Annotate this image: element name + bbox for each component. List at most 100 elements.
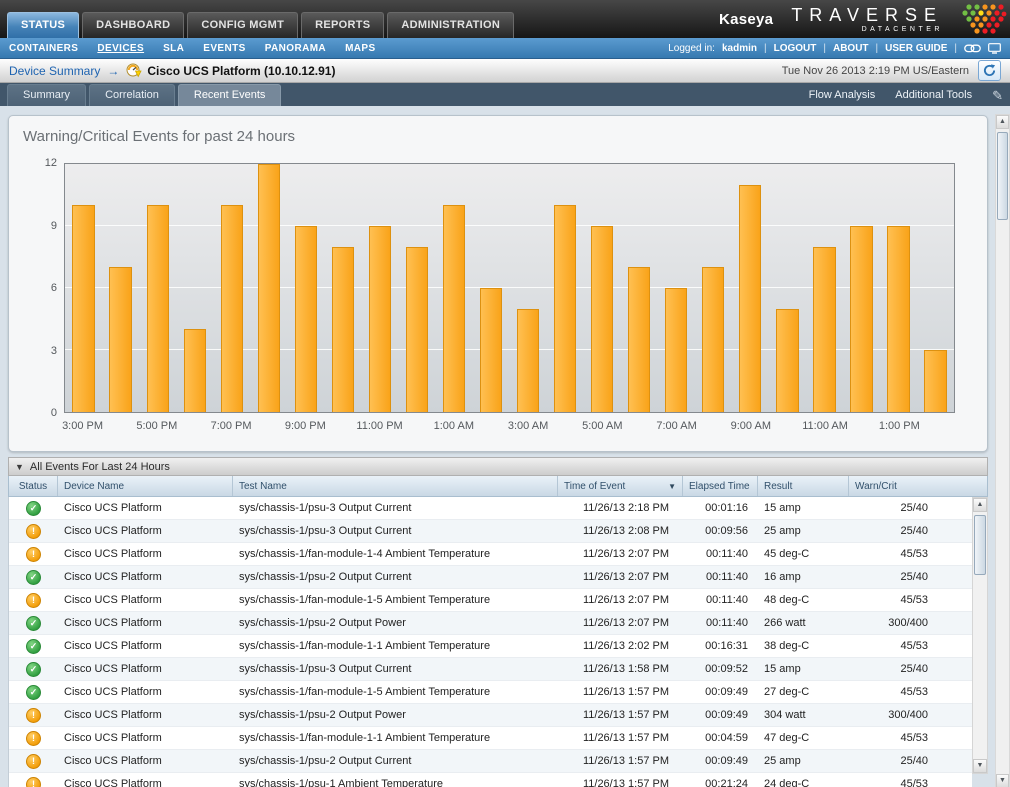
bar	[480, 288, 502, 412]
tab-dashboard[interactable]: DASHBOARD	[82, 12, 184, 38]
table-row[interactable]: ✓Cisco UCS Platformsys/chassis-1/psu-3 O…	[9, 497, 972, 520]
col-device-name[interactable]: Device Name	[58, 476, 233, 496]
col-test-name[interactable]: Test Name	[233, 476, 558, 496]
table-row[interactable]: ✓Cisco UCS Platformsys/chassis-1/fan-mod…	[9, 681, 972, 704]
tab-reports[interactable]: REPORTS	[301, 12, 384, 38]
logout-link[interactable]: LOGOUT	[774, 43, 817, 54]
status-ok-icon: ✓	[26, 616, 41, 631]
subnav-sla[interactable]: SLA	[163, 43, 184, 54]
cell-elapsed: 00:04:59	[683, 727, 758, 749]
y-tick-label: 12	[45, 157, 57, 169]
link-chain-icon[interactable]	[964, 44, 981, 53]
cell-time: 11/26/13 2:07 PM	[558, 566, 683, 588]
subnav-containers[interactable]: CONTAINERS	[9, 43, 78, 54]
cell-status: !	[9, 750, 58, 772]
table-row[interactable]: ✓Cisco UCS Platformsys/chassis-1/psu-2 O…	[9, 612, 972, 635]
cell-status: !	[9, 773, 58, 787]
cell-warncrit: 45/53	[849, 773, 972, 787]
table-row[interactable]: !Cisco UCS Platformsys/chassis-1/fan-mod…	[9, 589, 972, 612]
session-area: Logged in: kadmin | LOGOUT | ABOUT | USE…	[668, 43, 1001, 54]
status-ok-icon: ✓	[26, 570, 41, 585]
subnav-devices[interactable]: DEVICES	[97, 43, 144, 54]
cell-test: sys/chassis-1/psu-2 Output Current	[233, 750, 558, 772]
table-row[interactable]: !Cisco UCS Platformsys/chassis-1/fan-mod…	[9, 727, 972, 750]
table-row[interactable]: ✓Cisco UCS Platformsys/chassis-1/psu-3 O…	[9, 658, 972, 681]
bar	[776, 309, 798, 412]
subnav-events[interactable]: EVENTS	[203, 43, 245, 54]
tab-correlation[interactable]: Correlation	[89, 84, 175, 106]
table-row[interactable]: !Cisco UCS Platformsys/chassis-1/psu-2 O…	[9, 750, 972, 773]
x-tick-label: 11:00 PM	[356, 420, 402, 432]
cell-device: Cisco UCS Platform	[58, 704, 233, 726]
additional-tools-link[interactable]: Additional Tools	[895, 89, 972, 101]
cell-elapsed: 00:09:52	[683, 658, 758, 680]
flow-analysis-link[interactable]: Flow Analysis	[809, 89, 876, 101]
breadcrumb-device-summary-link[interactable]: Device Summary	[9, 64, 100, 78]
cell-result: 25 amp	[758, 520, 849, 542]
status-warning-icon: !	[26, 708, 41, 723]
table-row[interactable]: ✓Cisco UCS Platformsys/chassis-1/psu-2 O…	[9, 566, 972, 589]
scroll-up-button[interactable]: ▲	[973, 498, 987, 512]
events-rows: ✓Cisco UCS Platformsys/chassis-1/psu-3 O…	[8, 497, 972, 787]
scroll-down-button[interactable]: ▼	[996, 774, 1009, 787]
cell-test: sys/chassis-1/fan-module-1-1 Ambient Tem…	[233, 727, 558, 749]
traverse-wordmark: TRAVERSE	[791, 6, 943, 24]
col-elapsed-time[interactable]: Elapsed Time	[683, 476, 758, 496]
events-table-header: Status Device Name Test Name Time of Eve…	[8, 476, 988, 497]
status-ok-icon: ✓	[26, 685, 41, 700]
cell-elapsed: 00:09:56	[683, 520, 758, 542]
subnav-panorama[interactable]: PANORAMA	[265, 43, 326, 54]
subnav-maps[interactable]: MAPS	[345, 43, 376, 54]
cell-elapsed: 00:11:40	[683, 589, 758, 611]
cell-device: Cisco UCS Platform	[58, 520, 233, 542]
collapse-arrow-icon[interactable]: ▼	[15, 462, 24, 472]
tab-config-mgmt[interactable]: CONFIG MGMT	[187, 12, 298, 38]
scroll-up-button[interactable]: ▲	[996, 115, 1009, 129]
bar-slot	[732, 164, 769, 412]
table-row[interactable]: !Cisco UCS Platformsys/chassis-1/psu-1 A…	[9, 773, 972, 787]
table-row[interactable]: !Cisco UCS Platformsys/chassis-1/psu-2 O…	[9, 704, 972, 727]
events-section-header[interactable]: ▼ All Events For Last 24 Hours	[8, 457, 988, 476]
table-row[interactable]: !Cisco UCS Platformsys/chassis-1/fan-mod…	[9, 543, 972, 566]
tab-summary[interactable]: Summary	[7, 84, 86, 106]
col-warn-crit[interactable]: Warn/Crit	[849, 476, 987, 496]
cell-test: sys/chassis-1/fan-module-1-4 Ambient Tem…	[233, 543, 558, 565]
cell-status: ✓	[9, 566, 58, 588]
cell-warncrit: 300/400	[849, 704, 972, 726]
status-warning-icon: !	[26, 547, 41, 562]
tab-recent-events[interactable]: Recent Events	[178, 84, 282, 106]
cell-time: 11/26/13 2:07 PM	[558, 612, 683, 634]
status-ok-icon: ✓	[26, 501, 41, 516]
scroll-down-button[interactable]: ▼	[973, 759, 987, 773]
separator: |	[876, 43, 879, 54]
tab-administration[interactable]: ADMINISTRATION	[387, 12, 514, 38]
page-scrollbar[interactable]: ▲ ▼	[995, 114, 1010, 787]
cell-status: !	[9, 520, 58, 542]
monitor-icon[interactable]	[988, 43, 1001, 54]
server-timestamp: Tue Nov 26 2013 2:19 PM US/Eastern	[782, 65, 969, 77]
x-tick-label: 3:00 PM	[62, 420, 103, 432]
col-result[interactable]: Result	[758, 476, 849, 496]
bar	[702, 267, 724, 412]
cell-elapsed: 00:09:49	[683, 704, 758, 726]
cell-device: Cisco UCS Platform	[58, 658, 233, 680]
x-tick-label: 3:00 AM	[508, 420, 548, 432]
table-row[interactable]: ✓Cisco UCS Platformsys/chassis-1/fan-mod…	[9, 635, 972, 658]
cell-result: 47 deg-C	[758, 727, 849, 749]
cell-elapsed: 00:01:16	[683, 497, 758, 519]
scrollbar-thumb[interactable]	[997, 132, 1008, 220]
user-guide-link[interactable]: USER GUIDE	[885, 43, 947, 54]
bar	[554, 205, 576, 412]
refresh-button[interactable]	[978, 60, 1001, 81]
x-tick-label: 11:00 AM	[802, 420, 848, 432]
edit-pencil-icon[interactable]: ✎	[992, 90, 1003, 101]
scrollbar-thumb[interactable]	[974, 515, 986, 575]
table-row[interactable]: !Cisco UCS Platformsys/chassis-1/psu-3 O…	[9, 520, 972, 543]
tab-status[interactable]: STATUS	[7, 12, 79, 38]
table-scrollbar[interactable]: ▲ ▼	[972, 497, 988, 774]
col-status[interactable]: Status	[9, 476, 58, 496]
cell-time: 11/26/13 2:07 PM	[558, 543, 683, 565]
separator: |	[764, 43, 767, 54]
about-link[interactable]: ABOUT	[833, 43, 869, 54]
col-time-of-event[interactable]: Time of Event ▼	[558, 476, 683, 496]
